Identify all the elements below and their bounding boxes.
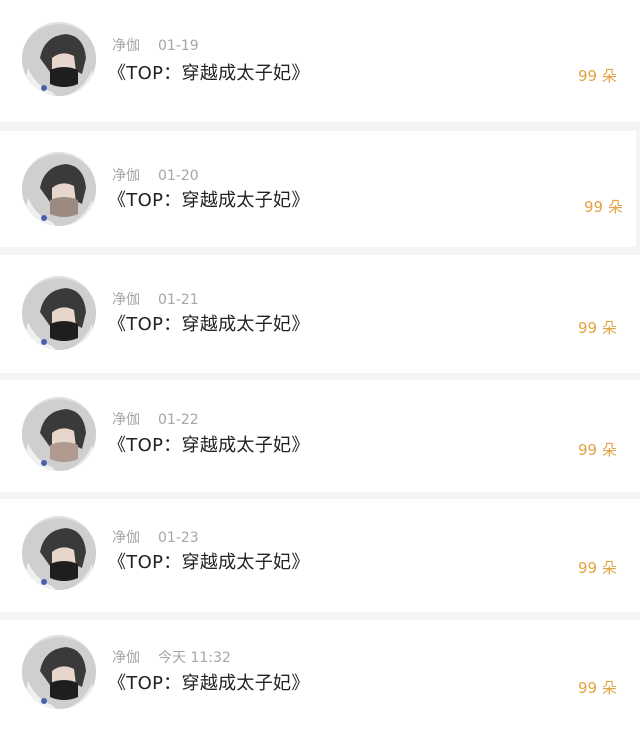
hooded-person-icon bbox=[22, 276, 96, 350]
user-avatar[interactable] bbox=[22, 22, 96, 96]
flower-amount: 99 朵 bbox=[578, 67, 617, 85]
user-avatar[interactable] bbox=[22, 397, 96, 471]
record-time: 今天 11:32 bbox=[158, 650, 231, 666]
record-title: 《TOP：穿越成太子妃》 bbox=[108, 552, 310, 573]
record-title: 《TOP：穿越成太子妃》 bbox=[108, 435, 310, 456]
user-avatar[interactable] bbox=[22, 276, 96, 350]
record-meta: 净伽 01-20 bbox=[112, 167, 199, 185]
record-title: 《TOP：穿越成太子妃》 bbox=[108, 673, 310, 694]
record-title: 《TOP：穿越成太子妃》 bbox=[108, 63, 310, 84]
user-avatar[interactable] bbox=[22, 516, 96, 590]
list-item[interactable]: 净伽 01-20 《TOP：穿越成太子妃》 99 朵 bbox=[0, 131, 636, 247]
flower-amount: 99 朵 bbox=[578, 441, 617, 459]
user-avatar[interactable] bbox=[22, 635, 96, 709]
list-item[interactable]: 净伽 01-19 《TOP：穿越成太子妃》 99 朵 bbox=[0, 0, 640, 122]
hooded-person-icon bbox=[22, 22, 96, 96]
sender-name: 净伽 bbox=[112, 168, 140, 184]
hooded-person-icon bbox=[22, 152, 96, 226]
record-meta: 净伽 01-19 bbox=[112, 37, 199, 55]
record-meta: 净伽 01-22 bbox=[112, 411, 199, 429]
record-time: 01-20 bbox=[158, 168, 199, 184]
gift-record-list: 净伽 01-19 《TOP：穿越成太子妃》 99 朵 净伽 01-20 《TOP：穿… bbox=[0, 0, 640, 732]
record-title: 《TOP：穿越成太子妃》 bbox=[108, 190, 310, 211]
flower-amount: 99 朵 bbox=[578, 559, 617, 577]
hooded-person-icon bbox=[22, 635, 96, 709]
flower-amount: 99 朵 bbox=[584, 198, 623, 216]
list-item[interactable]: 净伽 01-23 《TOP：穿越成太子妃》 99 朵 bbox=[0, 499, 640, 612]
list-item[interactable]: 净伽 01-21 《TOP：穿越成太子妃》 99 朵 bbox=[0, 255, 640, 373]
hooded-person-icon bbox=[22, 516, 96, 590]
record-time: 01-22 bbox=[158, 412, 199, 428]
list-item[interactable]: 净伽 今天 11:32 《TOP：穿越成太子妃》 99 朵 bbox=[0, 620, 640, 732]
flower-amount: 99 朵 bbox=[578, 679, 617, 697]
list-item[interactable]: 净伽 01-22 《TOP：穿越成太子妃》 99 朵 bbox=[0, 380, 640, 492]
user-avatar[interactable] bbox=[22, 152, 96, 226]
flower-amount: 99 朵 bbox=[578, 319, 617, 337]
record-time: 01-19 bbox=[158, 38, 199, 54]
record-meta: 净伽 今天 11:32 bbox=[112, 649, 231, 667]
sender-name: 净伽 bbox=[112, 292, 140, 308]
hooded-person-icon bbox=[22, 397, 96, 471]
sender-name: 净伽 bbox=[112, 38, 140, 54]
record-title: 《TOP：穿越成太子妃》 bbox=[108, 314, 310, 335]
record-time: 01-21 bbox=[158, 292, 199, 308]
record-meta: 净伽 01-23 bbox=[112, 529, 199, 547]
record-time: 01-23 bbox=[158, 530, 199, 546]
record-meta: 净伽 01-21 bbox=[112, 291, 199, 309]
sender-name: 净伽 bbox=[112, 412, 140, 428]
sender-name: 净伽 bbox=[112, 650, 140, 666]
sender-name: 净伽 bbox=[112, 530, 140, 546]
